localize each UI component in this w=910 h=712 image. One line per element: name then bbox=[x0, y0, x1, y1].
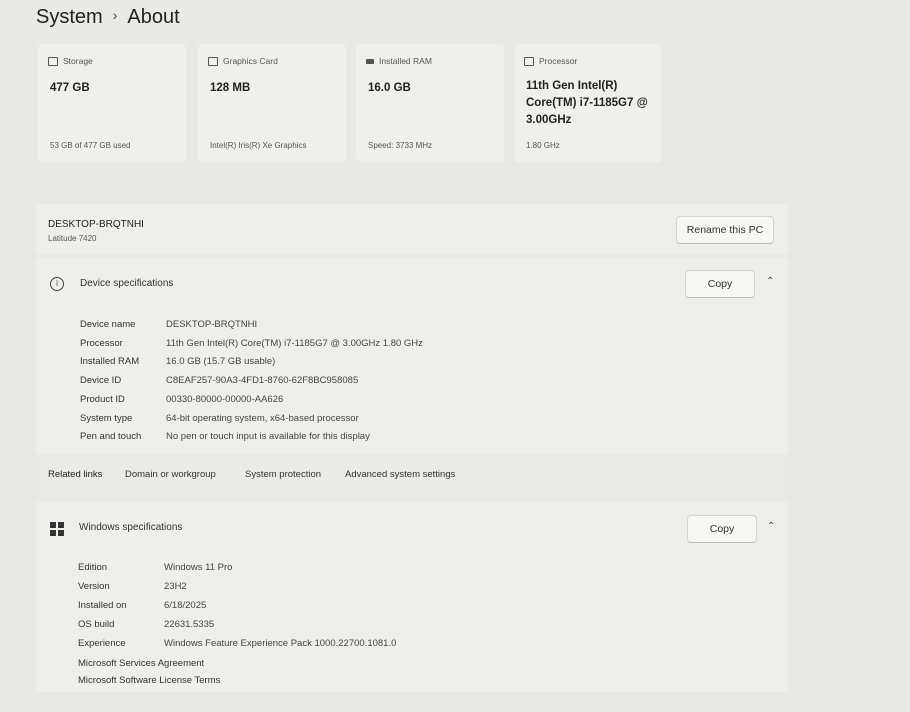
processor-icon bbox=[524, 56, 534, 66]
breadcrumb-parent[interactable]: System bbox=[36, 6, 103, 28]
spec-row: Version 23H2 bbox=[78, 581, 187, 592]
spec-label: Processor bbox=[80, 338, 123, 349]
storage-tile: Storage 477 GB 53 GB of 477 GB used bbox=[38, 44, 186, 162]
spec-row: Installed on 6/18/2025 bbox=[78, 600, 206, 611]
spec-value: 23H2 bbox=[164, 581, 187, 592]
advanced-system-settings-link[interactable]: Advanced system settings bbox=[345, 469, 455, 480]
microsoft-software-license-terms-link[interactable]: Microsoft Software License Terms bbox=[78, 675, 220, 686]
spec-label: Edition bbox=[78, 562, 108, 573]
breadcrumb: System › About bbox=[36, 6, 180, 29]
tile-footer: 53 GB of 477 GB used bbox=[50, 141, 131, 150]
spec-label: Device name bbox=[80, 319, 136, 330]
tile-value: 128 MB bbox=[210, 82, 251, 94]
copy-windows-specs-button[interactable]: Copy bbox=[687, 515, 757, 543]
tile-value: 16.0 GB bbox=[368, 82, 411, 94]
ram-icon bbox=[366, 58, 374, 64]
tile-footer: Speed: 3733 MHz bbox=[368, 141, 433, 150]
spec-value: 00330-80000-00000-AA626 bbox=[166, 394, 284, 405]
spec-label: System type bbox=[80, 413, 133, 424]
spec-label: Installed on bbox=[78, 600, 127, 611]
spec-value: C8EAF257-90A3-4FD1-8760-62F8BC958085 bbox=[166, 375, 359, 386]
copy-device-specs-button[interactable]: Copy bbox=[685, 270, 755, 298]
spec-row: OS build 22631.5335 bbox=[78, 619, 214, 630]
spec-row: Product ID 00330-80000-00000-AA626 bbox=[80, 394, 283, 405]
chevron-up-icon[interactable]: ⌃ bbox=[766, 276, 774, 287]
storage-icon bbox=[48, 56, 58, 66]
graphics-card-icon bbox=[208, 56, 218, 66]
spec-row: Experience Windows Feature Experience Pac… bbox=[78, 638, 396, 649]
spec-label: Installed RAM bbox=[80, 356, 140, 367]
windows-logo-icon bbox=[50, 522, 64, 536]
spec-value: 16.0 GB (15.7 GB usable) bbox=[166, 356, 276, 367]
tile-label: Installed RAM bbox=[379, 56, 432, 66]
spec-value: 11th Gen Intel(R) Core(TM) i7-1185G7 @ 3… bbox=[166, 338, 423, 349]
tile-label: Storage bbox=[63, 56, 93, 66]
spec-label: Version bbox=[78, 581, 110, 592]
tile-footer: Intel(R) Iris(R) Xe Graphics bbox=[210, 141, 307, 150]
device-model: Latitude 7420 bbox=[48, 234, 97, 243]
spec-value: No pen or touch input is available for t… bbox=[166, 431, 370, 442]
microsoft-services-agreement-link[interactable]: Microsoft Services Agreement bbox=[78, 658, 204, 669]
chevron-up-icon[interactable]: ⌃ bbox=[767, 521, 775, 532]
spec-value: 6/18/2025 bbox=[164, 600, 207, 611]
tile-label: Processor bbox=[539, 56, 578, 66]
device-specifications-section: i Device specifications Copy ⌃ Device na… bbox=[36, 258, 788, 454]
spec-label: Experience bbox=[78, 638, 126, 649]
info-icon: i bbox=[50, 277, 64, 291]
related-links-bar: Related links Domain or workgroup System… bbox=[36, 456, 788, 496]
tile-value: 477 GB bbox=[50, 82, 90, 94]
installed-ram-tile: Installed RAM 16.0 GB Speed: 3733 MHz bbox=[356, 44, 504, 162]
tile-footer: 1.80 GHz bbox=[526, 141, 560, 150]
spec-value: Windows Feature Experience Pack 1000.227… bbox=[164, 638, 397, 649]
spec-row: Device ID C8EAF257-90A3-4FD1-8760-62F8BC9… bbox=[80, 375, 358, 386]
spec-value: Windows 11 Pro bbox=[164, 562, 233, 573]
spec-row: Pen and touch No pen or touch input is av… bbox=[80, 431, 370, 442]
spec-label: OS build bbox=[78, 619, 115, 630]
spec-value: 22631.5335 bbox=[164, 619, 215, 630]
spec-row: Processor 11th Gen Intel(R) Core(TM) i7-1… bbox=[80, 338, 423, 349]
spec-row: Installed RAM 16.0 GB (15.7 GB usable) bbox=[80, 356, 275, 367]
spec-row: Device name DESKTOP-BRQTNHI bbox=[80, 319, 257, 330]
section-title: Windows specifications bbox=[79, 522, 183, 533]
page-title: About bbox=[127, 6, 180, 28]
section-title: Device specifications bbox=[80, 278, 174, 289]
pc-name-card: DESKTOP-BRQTNHI Latitude 7420 Rename thi… bbox=[36, 204, 788, 254]
spec-row: Edition Windows 11 Pro bbox=[78, 562, 232, 573]
spec-label: Pen and touch bbox=[80, 431, 142, 442]
breadcrumb-separator: › bbox=[112, 7, 118, 23]
spec-value: DESKTOP-BRQTNHI bbox=[166, 319, 258, 330]
system-protection-link[interactable]: System protection bbox=[245, 469, 321, 480]
spec-label: Device ID bbox=[80, 375, 122, 386]
spec-row: System type 64-bit operating system, x64-… bbox=[80, 413, 359, 424]
tile-value: 11th Gen Intel(R) Core(TM) i7-1185G7 @ 3… bbox=[526, 80, 648, 126]
graphics-card-tile: Graphics Card 128 MB Intel(R) Iris(R) Xe… bbox=[198, 44, 346, 162]
related-links-title: Related links bbox=[48, 469, 103, 480]
rename-pc-button[interactable]: Rename this PC bbox=[676, 216, 774, 244]
spec-value: 64-bit operating system, x64-based proce… bbox=[166, 413, 359, 424]
windows-specifications-section: Windows specifications Copy ⌃ Edition Win… bbox=[36, 502, 788, 692]
spec-label: Product ID bbox=[80, 394, 125, 405]
domain-or-workgroup-link[interactable]: Domain or workgroup bbox=[125, 469, 216, 480]
device-name: DESKTOP-BRQTNHI bbox=[48, 219, 144, 230]
processor-tile: Processor 11th Gen Intel(R) Core(TM) i7-… bbox=[514, 44, 662, 162]
tile-label: Graphics Card bbox=[223, 56, 278, 66]
